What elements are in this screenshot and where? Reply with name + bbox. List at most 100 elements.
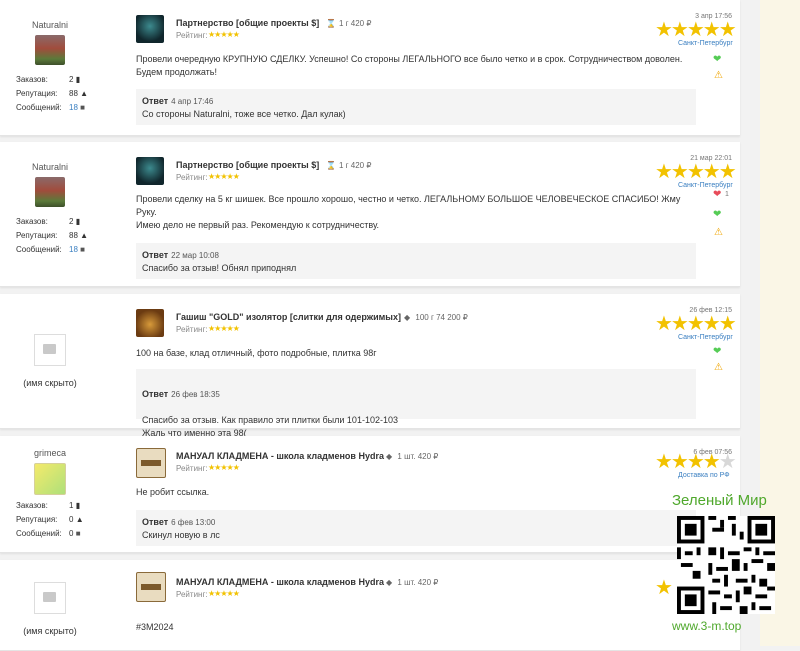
reply-label: Ответ xyxy=(142,250,169,260)
review-author: Naturalni Заказов: 2 ▮ Репутация: 88 ▲ Соо… xyxy=(0,142,100,259)
diamond-icon: ◆ xyxy=(386,452,393,461)
messages-label: Сообщений: xyxy=(16,529,62,538)
avatar[interactable] xyxy=(34,463,66,495)
orders-label: Заказов: xyxy=(16,217,48,226)
product-thumbnail[interactable] xyxy=(136,309,164,337)
heart-icon[interactable]: ❤ xyxy=(713,189,721,200)
review-stars: ★★★★★ xyxy=(655,313,737,335)
hourglass-icon: ⌛ xyxy=(326,19,336,28)
diamond-icon: ◆ xyxy=(386,578,393,587)
review-text: Не робит ссылка. xyxy=(136,487,210,497)
review-card: Naturalni Заказов: 2 ▮ Репутация: 88 ▲ Соо… xyxy=(0,0,740,136)
seller-reply: Ответ 22 мар 10:08 Спасибо за отзыв! Обня… xyxy=(136,243,696,279)
product-title[interactable]: Партнерство [общие проекты $] xyxy=(176,160,319,170)
messages-value[interactable]: 0 ■ xyxy=(69,529,81,538)
author-name[interactable]: Naturalni xyxy=(0,162,100,172)
product-title[interactable]: МАНУАЛ КЛАДМЕНА - школа кладменов Hydra xyxy=(176,577,384,587)
rating-label: Рейтинг: xyxy=(176,31,208,40)
author-name[interactable]: Naturalni xyxy=(0,20,100,30)
thumbs-up-icon: ▲ xyxy=(80,231,89,240)
heart-icon[interactable]: ❤ xyxy=(713,209,721,220)
product-rating-stars: ★★★★★ xyxy=(208,589,240,598)
review-city[interactable]: Санкт-Петербург xyxy=(678,334,733,341)
product-rating-stars: ★★★★★ xyxy=(208,463,240,472)
product-price: ◆ 100 г 74 200 ₽ xyxy=(404,313,468,322)
reply-label: Ответ xyxy=(142,517,169,527)
warning-icon[interactable]: ⚠ xyxy=(714,362,723,373)
avatar-placeholder xyxy=(34,334,66,366)
review-stars: ★★★★★ xyxy=(655,161,737,183)
rating-label: Рейтинг: xyxy=(176,325,208,334)
product-thumbnail[interactable] xyxy=(136,15,164,43)
avatar[interactable] xyxy=(35,177,65,207)
product-price: ◆ 1 шт. 420 ₽ xyxy=(386,578,439,587)
review-city[interactable]: Санкт-Петербург xyxy=(678,182,733,189)
watermark-title: Зеленый Мир xyxy=(672,492,767,509)
rating-label: Рейтинг: xyxy=(176,173,208,182)
seller-reply: Ответ 26 фев 18:35 Спасибо за отзыв. Как … xyxy=(136,369,696,438)
review-stars: ★★★★★ xyxy=(655,19,737,41)
diamond-icon: ◆ xyxy=(404,313,411,322)
hourglass-icon: ⌛ xyxy=(326,161,336,170)
orders-value: 2 ▮ xyxy=(69,75,81,84)
review-card: (имя скрыто) МАНУАЛ КЛАДМЕНА - школа кла… xyxy=(0,560,740,651)
reputation-label: Репутация: xyxy=(16,89,58,98)
author-name-hidden: (имя скрыто) xyxy=(23,378,77,388)
seller-reply: Ответ 6 фев 13:00 Скинул новую в лс xyxy=(136,510,696,546)
bag-icon: ▮ xyxy=(75,217,81,226)
review-author: (имя скрыто) xyxy=(0,560,100,636)
product-rating-stars: ★★★★★ xyxy=(208,172,240,181)
orders-label: Заказов: xyxy=(16,501,48,510)
like-count: 1 xyxy=(725,191,729,198)
thumbs-up-icon: ▲ xyxy=(75,515,84,524)
author-name[interactable]: grimeca xyxy=(0,448,100,458)
review-author: grimeca Заказов: 1 ▮ Репутация: 0 ▲ Сообще… xyxy=(0,436,100,543)
orders-value: 1 ▮ xyxy=(69,501,81,510)
chat-icon: ■ xyxy=(80,103,85,112)
reputation-label: Репутация: xyxy=(16,515,58,524)
review-card: Naturalni Заказов: 2 ▮ Репутация: 88 ▲ Соо… xyxy=(0,142,740,287)
chat-icon: ■ xyxy=(80,245,85,254)
review-city[interactable]: Санкт-Петербург xyxy=(678,40,733,47)
reply-date: 22 мар 10:08 xyxy=(171,251,219,260)
product-rating-stars: ★★★★★ xyxy=(208,30,240,39)
review-city[interactable]: Доставка по РФ xyxy=(678,472,730,479)
review-card: (имя скрыто) Гашиш "GOLD" изолятор [слит… xyxy=(0,294,740,438)
watermark: Зеленый Мир www.3-m.top xyxy=(667,488,777,638)
reply-label: Ответ xyxy=(142,96,169,106)
avatar-placeholder xyxy=(34,582,66,614)
review-text: #3M2024 xyxy=(136,622,174,632)
product-price: ⌛ 1 г 420 ₽ xyxy=(326,19,372,28)
messages-value[interactable]: 18 ■ xyxy=(69,103,85,112)
warning-icon[interactable]: ⚠ xyxy=(714,70,723,81)
reply-text: Скинул новую в лс xyxy=(142,530,220,540)
messages-label: Сообщений: xyxy=(16,245,62,254)
qr-code xyxy=(677,516,775,614)
rating-label: Рейтинг: xyxy=(176,590,208,599)
messages-value[interactable]: 18 ■ xyxy=(69,245,85,254)
heart-icon[interactable]: ❤ xyxy=(713,346,721,357)
product-title[interactable]: МАНУАЛ КЛАДМЕНА - школа кладменов Hydra xyxy=(176,451,384,461)
rating-label: Рейтинг: xyxy=(176,464,208,473)
review-author: (имя скрыто) xyxy=(0,294,100,388)
product-thumbnail[interactable] xyxy=(136,157,164,185)
seller-reply: Ответ 4 апр 17:46 Со стороны Naturalni, т… xyxy=(136,89,696,125)
product-title[interactable]: Гашиш "GOLD" изолятор [слитки для одержи… xyxy=(176,312,401,322)
product-title[interactable]: Партнерство [общие проекты $] xyxy=(176,18,319,28)
avatar[interactable] xyxy=(35,35,65,65)
orders-label: Заказов: xyxy=(16,75,48,84)
product-thumbnail[interactable] xyxy=(136,572,166,602)
bag-icon: ▮ xyxy=(75,501,81,510)
bag-icon: ▮ xyxy=(75,75,81,84)
chat-icon: ■ xyxy=(75,529,81,538)
product-price: ⌛ 1 г 420 ₽ xyxy=(326,161,372,170)
orders-value: 2 ▮ xyxy=(69,217,81,226)
reply-text: Со стороны Naturalni, тоже все четко. Да… xyxy=(142,109,346,119)
reply-date: 26 фев 18:35 xyxy=(171,390,220,399)
reply-date: 6 фев 13:00 xyxy=(171,518,216,527)
product-thumbnail[interactable] xyxy=(136,448,166,478)
review-stars: ★★★★★ xyxy=(655,451,737,473)
heart-icon[interactable]: ❤ xyxy=(713,54,721,65)
reply-date: 4 апр 17:46 xyxy=(171,97,214,106)
warning-icon[interactable]: ⚠ xyxy=(714,227,723,238)
